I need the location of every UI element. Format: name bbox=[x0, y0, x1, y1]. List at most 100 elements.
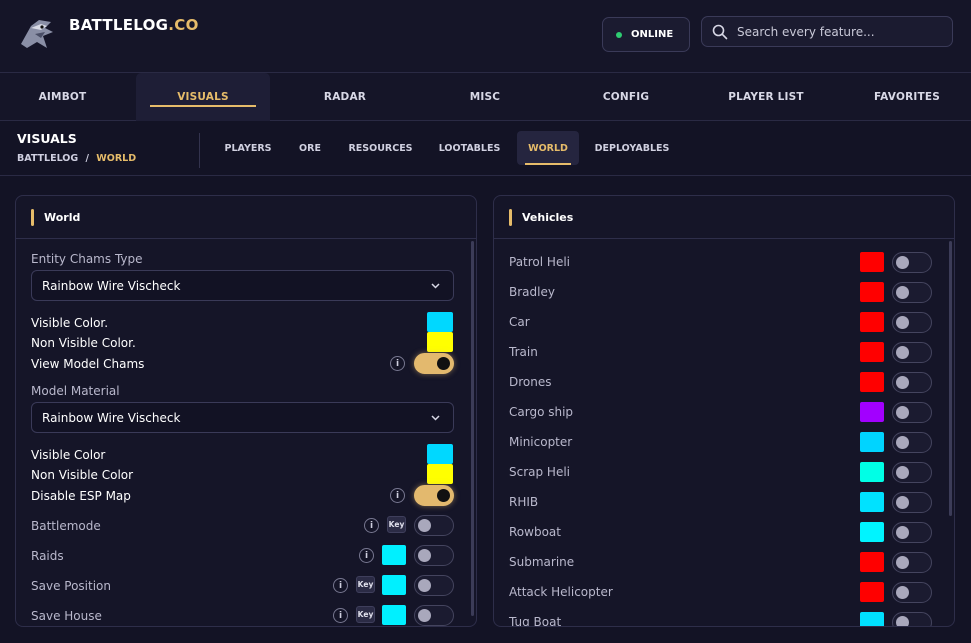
tab-aimbot[interactable]: AIMBOT bbox=[0, 73, 125, 121]
divider bbox=[199, 133, 200, 168]
vehicle-toggle[interactable] bbox=[892, 492, 932, 513]
main-nav: AIMBOT VISUALS RADAR MISC CONFIG PLAYER … bbox=[0, 73, 971, 121]
vehicle-color-swatch[interactable] bbox=[860, 252, 884, 272]
info-icon[interactable]: i bbox=[359, 548, 374, 563]
breadcrumb: BATTLELOG / WORLD bbox=[17, 153, 136, 164]
vehicle-name: Rowboat bbox=[509, 525, 561, 539]
tab-radar[interactable]: RADAR bbox=[280, 73, 410, 121]
vehicle-color-swatch[interactable] bbox=[860, 552, 884, 572]
subtab-world[interactable]: WORLD bbox=[517, 131, 579, 165]
vehicle-toggle[interactable] bbox=[892, 252, 932, 273]
info-icon[interactable]: i bbox=[333, 608, 348, 623]
vehicle-toggle[interactable] bbox=[892, 612, 932, 626]
tab-misc[interactable]: MISC bbox=[420, 73, 550, 121]
vehicle-name: Car bbox=[509, 315, 530, 329]
keybind-button[interactable]: Key bbox=[387, 516, 406, 533]
subtab-ore[interactable]: ORE bbox=[292, 131, 328, 165]
vehicle-toggle[interactable] bbox=[892, 552, 932, 573]
tab-player-list[interactable]: PLAYER LIST bbox=[700, 73, 832, 121]
vehicle-color-swatch[interactable] bbox=[860, 582, 884, 602]
vehicle-color-swatch[interactable] bbox=[860, 402, 884, 422]
search-icon bbox=[712, 24, 728, 39]
breadcrumb-root[interactable]: BATTLELOG bbox=[17, 153, 78, 164]
world-scrollbar[interactable] bbox=[471, 241, 474, 616]
raids-label: Raids bbox=[31, 549, 64, 563]
subtab-lootables[interactable]: LOOTABLES bbox=[432, 131, 507, 165]
vehicle-color-swatch[interactable] bbox=[860, 312, 884, 332]
toggle-knob bbox=[896, 286, 909, 299]
info-icon[interactable]: i bbox=[390, 488, 405, 503]
search-input[interactable] bbox=[737, 24, 937, 39]
vehicle-toggle[interactable] bbox=[892, 432, 932, 453]
breadcrumb-separator: / bbox=[85, 153, 89, 164]
visible-color-2-swatch[interactable] bbox=[427, 444, 453, 464]
page-title: VISUALS bbox=[17, 131, 77, 146]
vehicle-color-swatch[interactable] bbox=[860, 462, 884, 482]
entity-chams-value: Rainbow Wire Vischeck bbox=[42, 278, 181, 293]
battlelog-logo bbox=[21, 20, 53, 48]
vehicle-toggle[interactable] bbox=[892, 342, 932, 363]
chevron-down-icon bbox=[431, 283, 440, 289]
vehicle-color-swatch[interactable] bbox=[860, 282, 884, 302]
toggle-knob bbox=[896, 526, 909, 539]
vehicle-name: Minicopter bbox=[509, 435, 573, 449]
view-model-chams-toggle[interactable] bbox=[414, 353, 454, 374]
info-icon[interactable]: i bbox=[333, 578, 348, 593]
vehicle-toggle[interactable] bbox=[892, 402, 932, 423]
non-visible-color-swatch[interactable] bbox=[427, 332, 453, 352]
toggle-knob bbox=[896, 436, 909, 449]
info-icon[interactable]: i bbox=[390, 356, 405, 371]
save-position-color-swatch[interactable] bbox=[382, 575, 406, 595]
vehicle-toggle[interactable] bbox=[892, 462, 932, 483]
battlemode-label: Battlemode bbox=[31, 519, 101, 533]
entity-chams-label: Entity Chams Type bbox=[31, 252, 143, 266]
tab-visuals[interactable]: VISUALS bbox=[136, 73, 270, 121]
vehicle-name: Bradley bbox=[509, 285, 555, 299]
raids-color-swatch[interactable] bbox=[382, 545, 406, 565]
vehicle-toggle[interactable] bbox=[892, 582, 932, 603]
vehicles-scrollbar[interactable] bbox=[949, 241, 952, 516]
vehicle-color-swatch[interactable] bbox=[860, 342, 884, 362]
raids-toggle[interactable] bbox=[414, 545, 454, 566]
toggle-knob bbox=[896, 496, 909, 509]
toggle-knob bbox=[896, 256, 909, 269]
status-dot-icon bbox=[616, 31, 622, 38]
vehicle-name: Drones bbox=[509, 375, 552, 389]
vehicle-color-swatch[interactable] bbox=[860, 492, 884, 512]
vehicle-color-swatch[interactable] bbox=[860, 612, 884, 626]
subtab-players[interactable]: PLAYERS bbox=[217, 131, 279, 165]
subtab-resources[interactable]: RESOURCES bbox=[343, 131, 418, 165]
world-panel-title: World bbox=[44, 210, 81, 224]
vehicle-toggle[interactable] bbox=[892, 372, 932, 393]
tab-config[interactable]: CONFIG bbox=[560, 73, 692, 121]
save-house-color-swatch[interactable] bbox=[382, 605, 406, 625]
vehicle-toggle[interactable] bbox=[892, 312, 932, 333]
entity-chams-select[interactable]: Rainbow Wire Vischeck bbox=[31, 270, 454, 301]
brand-name: BATTLELOG.CO bbox=[69, 16, 199, 34]
non-visible-color-2-swatch[interactable] bbox=[427, 464, 453, 484]
keybind-button[interactable]: Key bbox=[356, 606, 375, 623]
save-position-toggle[interactable] bbox=[414, 575, 454, 596]
info-icon[interactable]: i bbox=[364, 518, 379, 533]
visible-color-label: Visible Color. bbox=[31, 316, 109, 330]
accent-bar bbox=[31, 208, 34, 226]
toggle-knob bbox=[896, 406, 909, 419]
visible-color-swatch[interactable] bbox=[427, 312, 453, 332]
top-header: BATTLELOG.CO ONLINE bbox=[0, 0, 971, 73]
model-material-select[interactable]: Rainbow Wire Vischeck bbox=[31, 402, 454, 433]
save-house-toggle[interactable] bbox=[414, 605, 454, 626]
battlemode-toggle[interactable] bbox=[414, 515, 454, 536]
keybind-button[interactable]: Key bbox=[356, 576, 375, 593]
vehicle-toggle[interactable] bbox=[892, 282, 932, 303]
vehicle-color-swatch[interactable] bbox=[860, 522, 884, 542]
disable-esp-map-toggle[interactable] bbox=[414, 485, 454, 506]
vehicles-panel: Vehicles Patrol Heli Bradley Car Train Drone… bbox=[493, 195, 955, 627]
vehicle-toggle[interactable] bbox=[892, 522, 932, 543]
visible-color-2-label: Visible Color bbox=[31, 448, 106, 462]
vehicle-color-swatch[interactable] bbox=[860, 372, 884, 392]
tab-favorites[interactable]: FAVORITES bbox=[842, 73, 971, 121]
subtab-deployables[interactable]: DEPLOYABLES bbox=[589, 131, 675, 165]
search-box[interactable] bbox=[701, 16, 953, 47]
accent-bar bbox=[509, 208, 512, 226]
vehicle-color-swatch[interactable] bbox=[860, 432, 884, 452]
